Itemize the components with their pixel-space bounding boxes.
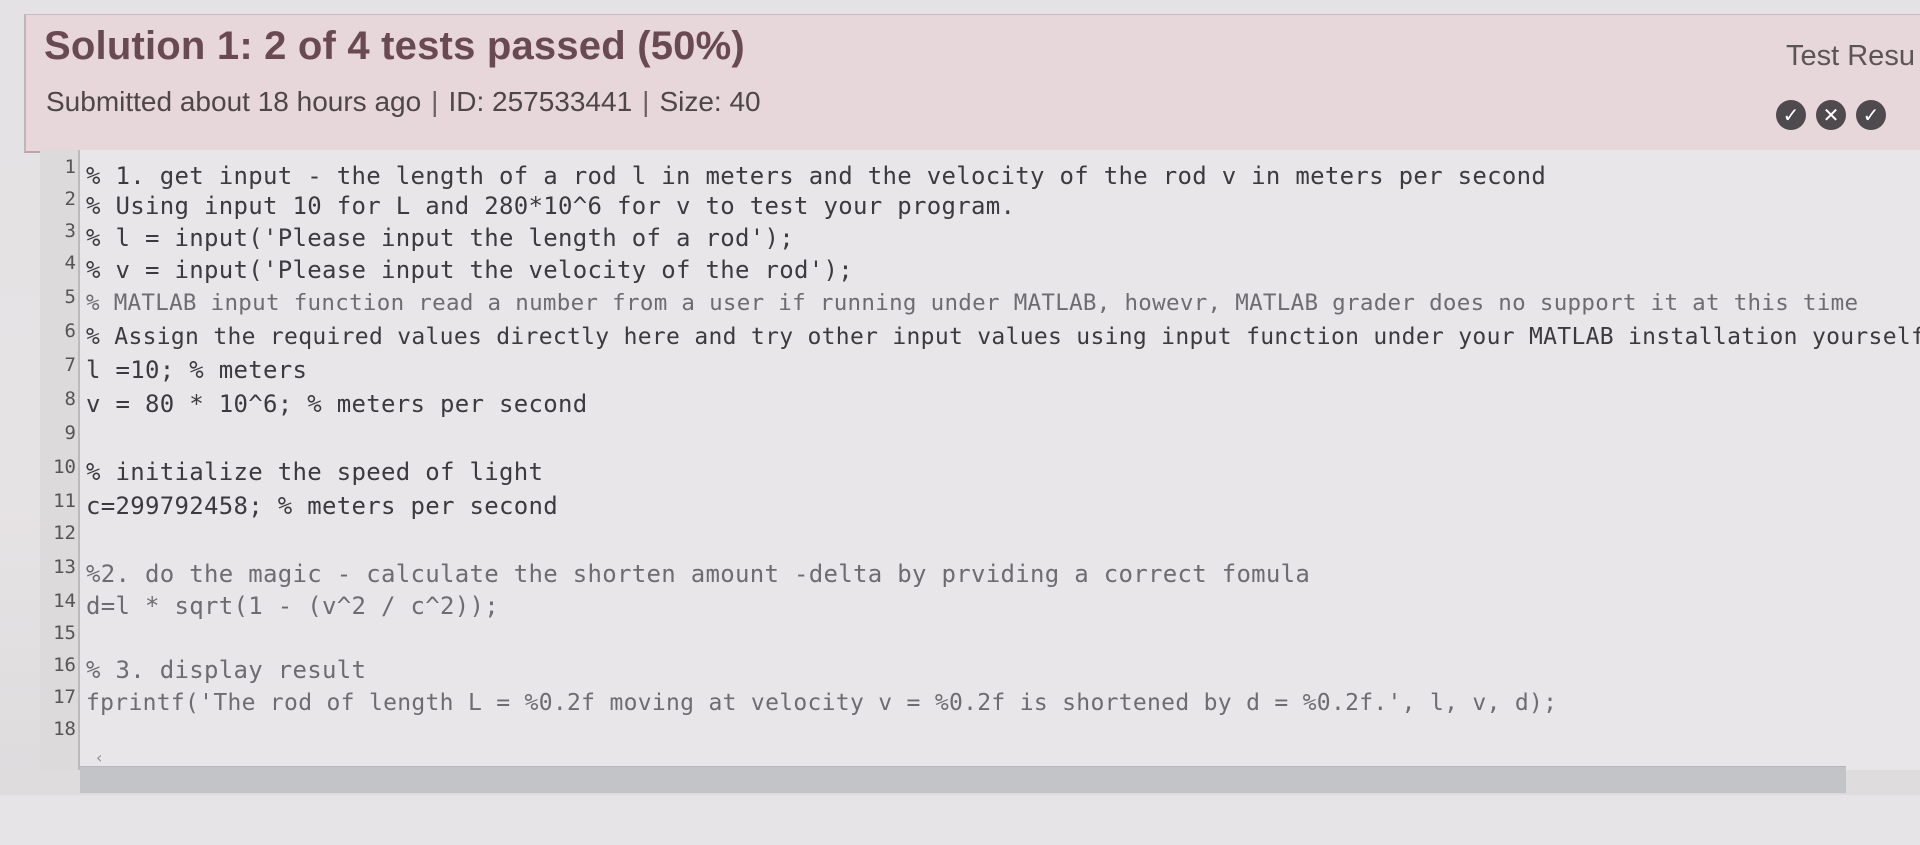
line-number: 2 xyxy=(64,188,76,210)
line-number: 4 xyxy=(64,252,76,274)
code-line: % initialize the speed of light xyxy=(86,458,544,486)
line-number: 14 xyxy=(53,590,76,612)
code-line: % Assign the required values directly he… xyxy=(86,324,1920,350)
test-results-link[interactable]: Test Resu xyxy=(1786,40,1915,73)
line-number: 7 xyxy=(64,354,76,376)
submission-size: Size: 40 xyxy=(659,86,761,117)
separator: | xyxy=(431,86,439,117)
code-line: d=l * sqrt(1 - (v^2 / c^2)); xyxy=(86,592,499,620)
code-line: % MATLAB input function read a number fr… xyxy=(86,290,1859,316)
line-number: 8 xyxy=(64,388,76,410)
code-line: l =10; % meters xyxy=(86,356,308,384)
code-line: v = 80 * 10^6; % meters per second xyxy=(86,390,588,418)
code-line: % v = input('Please input the velocity o… xyxy=(86,256,853,284)
line-number: 10 xyxy=(53,456,76,478)
scroll-left-arrow-icon[interactable]: ‹ xyxy=(96,748,102,767)
line-number: 3 xyxy=(64,220,76,242)
line-number: 6 xyxy=(64,320,76,342)
code-line: % 1. get input - the length of a rod l i… xyxy=(86,162,1547,190)
line-number: 17 xyxy=(53,686,76,708)
code-line: % l = input('Please input the length of … xyxy=(86,224,794,252)
x-circle-icon[interactable]: ✕ xyxy=(1816,100,1846,130)
horizontal-scrollbar[interactable] xyxy=(80,766,1846,793)
page-footer-area xyxy=(0,795,1920,845)
line-number: 15 xyxy=(53,622,76,644)
code-line: % 3. display result xyxy=(86,656,367,684)
code-line: % Using input 10 for L and 280*10^6 for … xyxy=(86,192,1016,220)
solution-title: Solution 1: 2 of 4 tests passed (50%) xyxy=(44,24,745,68)
line-number: 11 xyxy=(53,490,76,512)
line-number: 9 xyxy=(64,422,76,444)
line-number: 5 xyxy=(64,286,76,308)
check-circle-icon[interactable]: ✓ xyxy=(1776,100,1806,130)
submitted-time: Submitted about 18 hours ago xyxy=(46,86,422,117)
line-number: 18 xyxy=(53,718,76,740)
submission-id: ID: 257533441 xyxy=(448,86,633,117)
line-number: 16 xyxy=(53,654,76,676)
line-number: 1 xyxy=(64,156,76,178)
check-circle-icon[interactable]: ✓ xyxy=(1856,100,1886,130)
line-number: 13 xyxy=(53,556,76,578)
separator: | xyxy=(642,86,650,117)
code-line: c=299792458; % meters per second xyxy=(86,492,558,520)
submission-meta: Submitted about 18 hours ago | ID: 2575334… xyxy=(46,86,761,118)
code-line: fprintf('The rod of length L = %0.2f mov… xyxy=(86,690,1558,716)
code-line: %2. do the magic - calculate the shorten… xyxy=(86,560,1311,588)
line-number: 12 xyxy=(53,522,76,544)
